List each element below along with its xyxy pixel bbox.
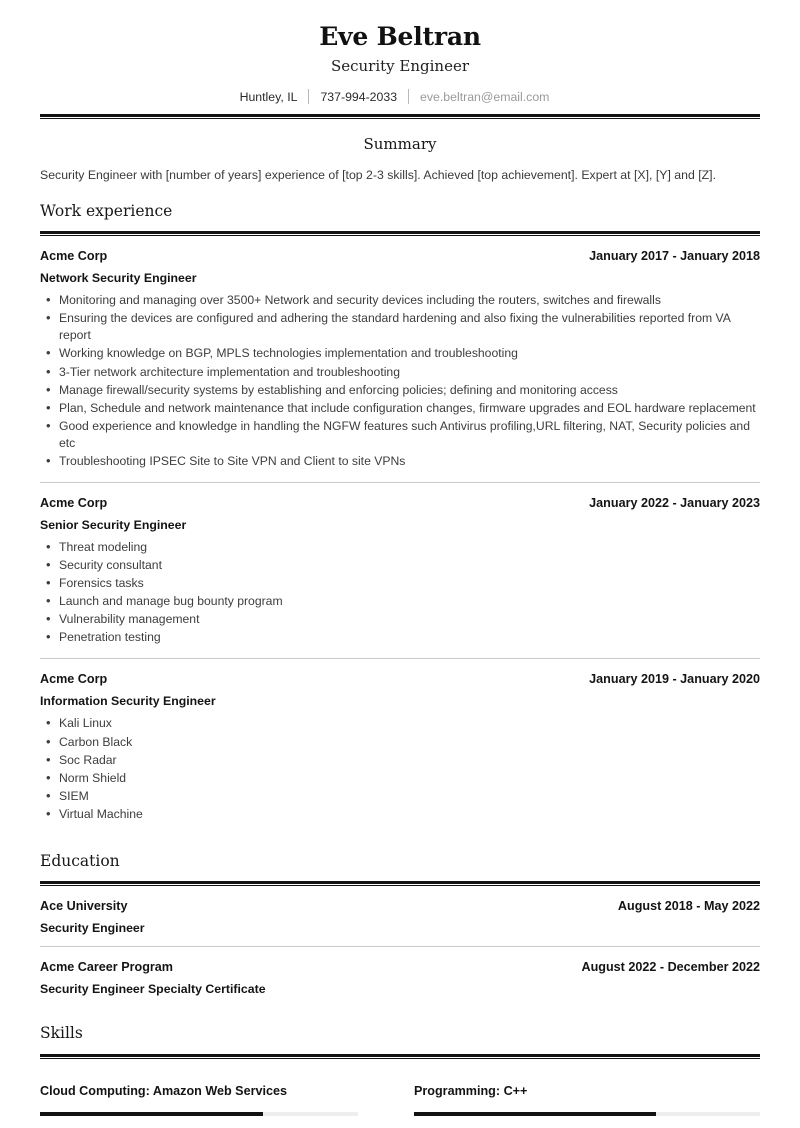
- skill-item: Incident Response: [40, 1120, 400, 1128]
- entry-bullet: Vulnerability management: [46, 610, 760, 628]
- experience-entry: Ace University August 2018 - May 2022 Secu…: [40, 886, 760, 946]
- entry-bullet: Virtual Machine: [46, 805, 760, 823]
- entry-organization: Acme Corp: [40, 672, 108, 687]
- entry-role-title: Senior Security Engineer: [40, 517, 187, 532]
- skill-label: Cloud Computing: Amazon Web Services: [40, 1083, 287, 1098]
- skill-label: Programming: C++: [414, 1083, 528, 1098]
- work-entry-list: Acme Corp January 2017 - January 2018 Netw…: [40, 236, 760, 835]
- entry-bullet: Threat modeling: [46, 538, 760, 556]
- entry-bullet: Forensics tasks: [46, 574, 760, 592]
- summary-text: Security Engineer with [number of years]…: [40, 168, 716, 182]
- entry-bullet: 3-Tier network architecture implementati…: [46, 363, 760, 381]
- entry-date-range: January 2022 - January 2023: [589, 495, 760, 510]
- entry-header-row: Acme Corp January 2022 - January 2023: [40, 496, 760, 510]
- entry-bullet-list: Threat modelingSecurity consultantForens…: [40, 538, 760, 647]
- entry-bullet: Security consultant: [46, 556, 760, 574]
- skill-level-fill: [40, 1112, 263, 1117]
- entry-bullet: Penetration testing: [46, 628, 760, 646]
- work-experience-heading: Work experience: [40, 201, 173, 220]
- contact-line: Huntley, IL 737-994-2033 eve.beltran@ema…: [40, 89, 760, 104]
- entry-bullet: Launch and manage bug bounty program: [46, 592, 760, 610]
- contact-phone[interactable]: 737-994-2033: [309, 90, 408, 104]
- entry-bullet: Carbon Black: [46, 733, 760, 751]
- education-entry-list: Ace University August 2018 - May 2022 Secu…: [40, 886, 760, 1007]
- education-heading: Education: [40, 851, 120, 870]
- entry-bullet: Troubleshooting IPSEC Site to Site VPN a…: [46, 452, 760, 470]
- skill-level-bar: [414, 1112, 760, 1117]
- entry-role-title: Security Engineer: [40, 921, 145, 936]
- entry-date-range: August 2018 - May 2022: [617, 899, 760, 914]
- skill-item: Programming: C++: [400, 1069, 760, 1120]
- entry-bullet-list: Monitoring and managing over 3500+ Netwo…: [40, 291, 760, 470]
- entry-organization: Acme Corp: [40, 249, 108, 264]
- entry-header-row: Acme Corp January 2017 - January 2018: [40, 249, 760, 263]
- summary-heading: Summary: [363, 135, 437, 153]
- resume-header: Eve Beltran Security Engineer Huntley, I…: [40, 18, 760, 104]
- entry-date-range: January 2019 - January 2020: [589, 672, 760, 687]
- candidate-name: Eve Beltran: [319, 22, 481, 51]
- resume-page: Eve Beltran Security Engineer Huntley, I…: [0, 0, 800, 1128]
- skill-level-fill: [414, 1112, 657, 1117]
- entry-bullet: Kali Linux: [46, 714, 760, 732]
- entry-organization: Acme Corp: [40, 495, 108, 510]
- entry-organization: Acme Career Program: [40, 960, 173, 975]
- entry-bullet-list: Kali LinuxCarbon BlackSoc RadarNorm Shie…: [40, 714, 760, 823]
- entry-header-row: Ace University August 2018 - May 2022: [40, 899, 760, 913]
- entry-bullet: Ensuring the devices are configured and …: [46, 309, 760, 344]
- entry-bullet: SIEM: [46, 787, 760, 805]
- contact-location: Huntley, IL: [239, 89, 298, 104]
- entry-bullet: Working knowledge on BGP, MPLS technolog…: [46, 344, 760, 362]
- skill-item: Cloud Computing: Amazon Web Services: [40, 1069, 400, 1120]
- experience-entry: Acme Corp January 2017 - January 2018 Netw…: [40, 236, 760, 482]
- entry-role-title: Information Security Engineer: [40, 694, 216, 709]
- skills-section: Skills Cloud Computing: Amazon Web Servi…: [40, 1024, 760, 1128]
- experience-entry: Acme Career Program August 2022 - Decembe…: [40, 947, 760, 1007]
- summary-section: Summary Security Engineer with [number o…: [40, 119, 760, 185]
- entry-bullet: Soc Radar: [46, 751, 760, 769]
- entry-bullet: Good experience and knowledge in handlin…: [46, 417, 760, 452]
- entry-bullet: Monitoring and managing over 3500+ Netwo…: [46, 291, 760, 309]
- entry-date-range: January 2017 - January 2018: [589, 249, 760, 264]
- skill-item: Intrusion Detection Systems: [400, 1120, 760, 1128]
- skills-grid: Cloud Computing: Amazon Web Services Prog…: [40, 1059, 760, 1128]
- experience-entry: Acme Corp January 2019 - January 2020 Info…: [40, 659, 760, 834]
- entry-organization: Ace University: [40, 899, 128, 914]
- education-section: Education Ace University August 2018 - Ma…: [40, 852, 760, 1007]
- candidate-job-title: Security Engineer: [330, 56, 470, 75]
- entry-bullet: Plan, Schedule and network maintenance t…: [46, 399, 760, 417]
- skill-level-bar: [40, 1112, 358, 1117]
- contact-email[interactable]: eve.beltran@email.com: [409, 90, 560, 104]
- work-experience-section: Work experience Acme Corp January 2017 - …: [40, 202, 760, 835]
- entry-bullet: Norm Shield: [46, 769, 760, 787]
- entry-role-title: Security Engineer Specialty Certificate: [40, 982, 266, 997]
- entry-header-row: Acme Corp January 2019 - January 2020: [40, 672, 760, 686]
- skills-heading: Skills: [40, 1024, 83, 1043]
- entry-header-row: Acme Career Program August 2022 - Decembe…: [40, 960, 760, 974]
- entry-bullet: Manage firewall/security systems by esta…: [46, 381, 760, 399]
- experience-entry: Acme Corp January 2022 - January 2023 Seni…: [40, 483, 760, 658]
- entry-date-range: August 2022 - December 2022: [581, 960, 761, 975]
- entry-role-title: Network Security Engineer: [40, 271, 197, 286]
